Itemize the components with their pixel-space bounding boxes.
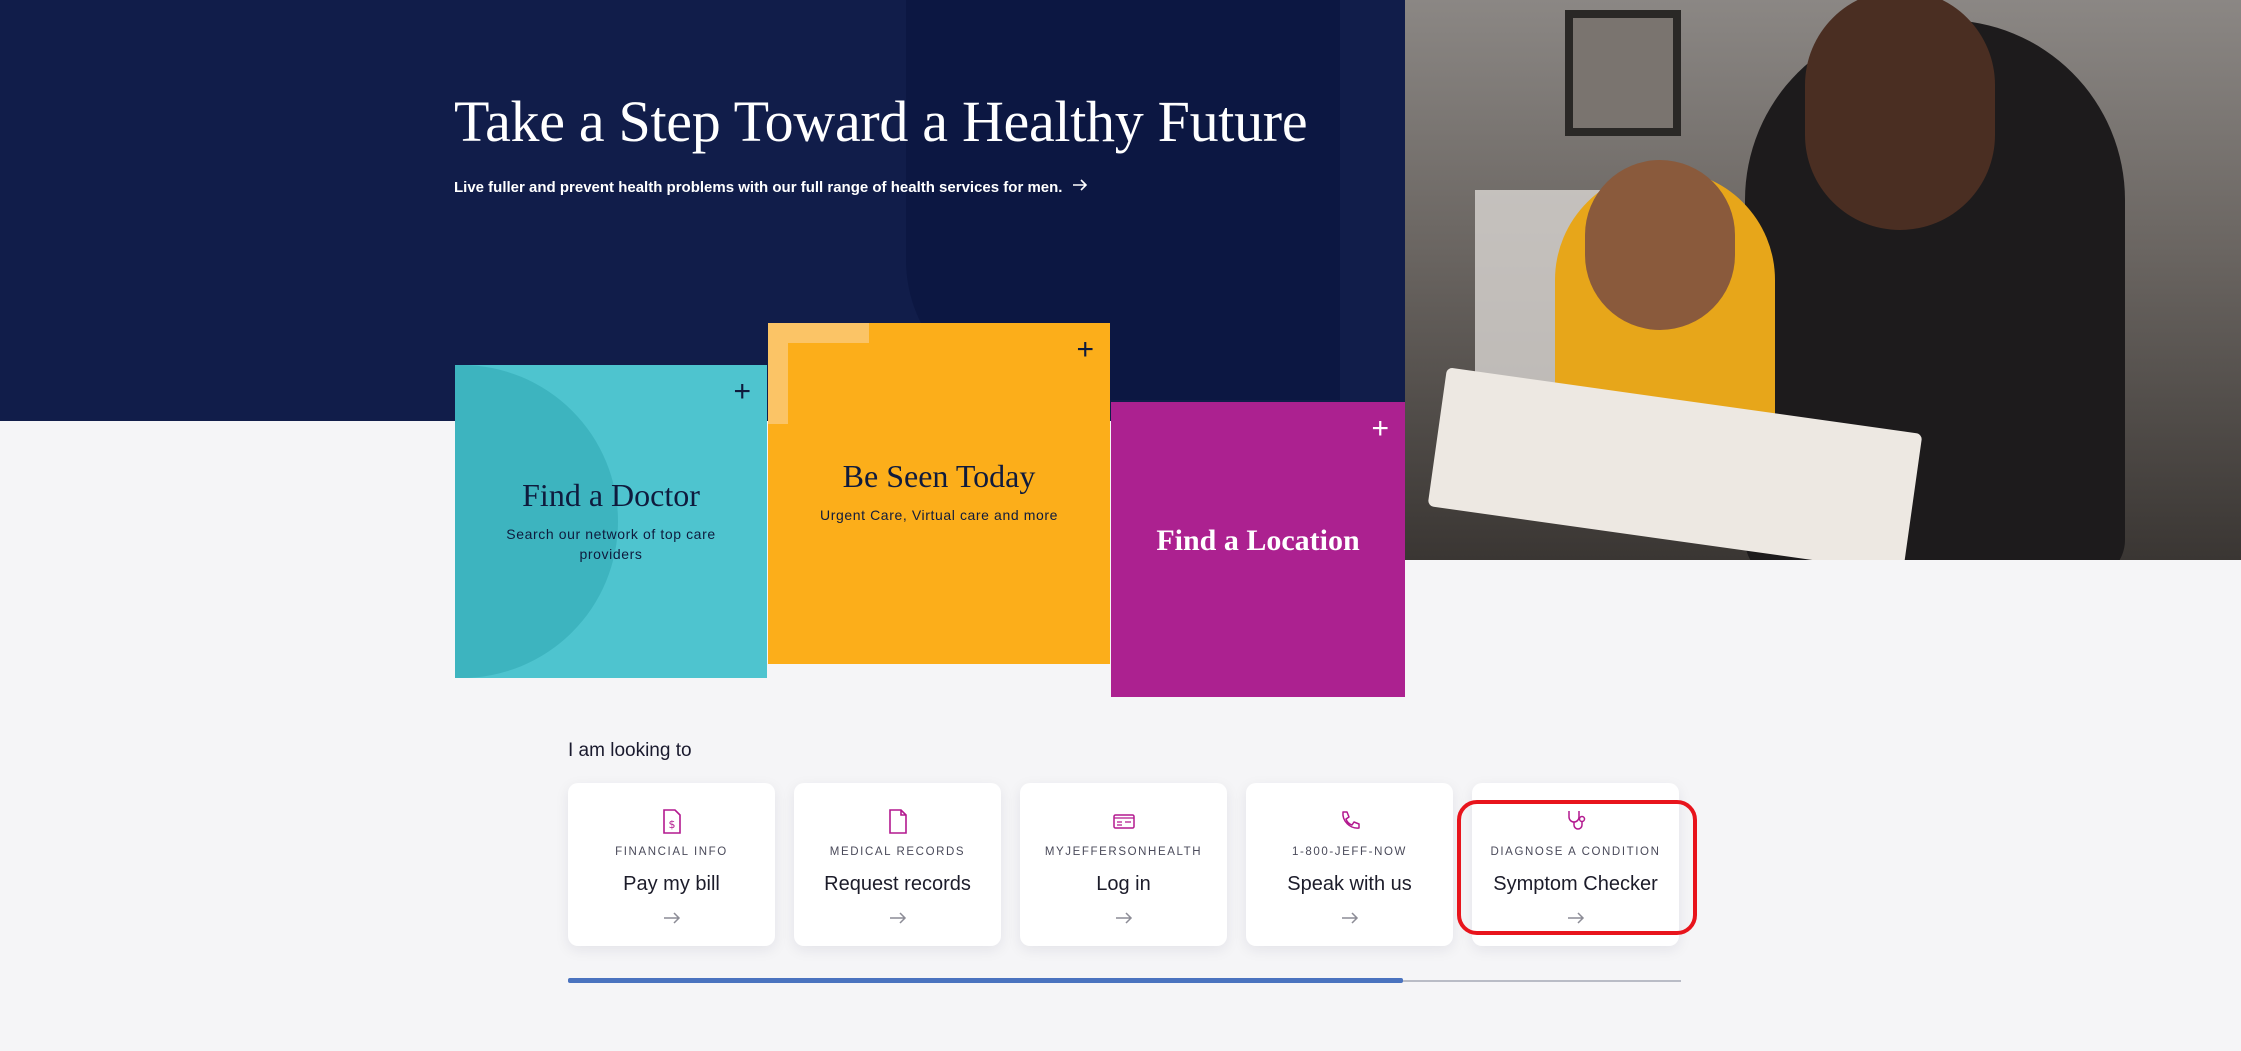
svg-text:$: $	[668, 818, 675, 831]
tile-eyebrow: MYJEFFERSONHEALTH	[1044, 846, 1203, 858]
be-seen-today-card[interactable]: + Be Seen Today Urgent Care, Virtual car…	[768, 323, 1110, 664]
plus-icon: +	[1371, 412, 1389, 445]
hero-title: Take a Step Toward a Healthy Future	[454, 89, 1308, 154]
find-a-location-card[interactable]: + Find a Location	[1111, 402, 1405, 697]
speak-with-us-tile[interactable]: 1-800-JEFF-NOW Speak with us	[1246, 783, 1453, 946]
card-title: Find a Location	[1156, 524, 1360, 557]
pay-my-bill-tile[interactable]: $ FINANCIAL INFO Pay my bill	[568, 783, 775, 946]
arrow-right-icon	[568, 911, 775, 925]
carousel-scrollbar-thumb[interactable]	[568, 978, 1403, 983]
looking-to-label: I am looking to	[568, 740, 692, 761]
plus-icon: +	[1076, 333, 1094, 366]
hero-photo	[1405, 0, 2241, 560]
card-title: Find a Doctor	[522, 477, 700, 513]
tile-label: Speak with us	[1287, 873, 1412, 895]
phone-icon	[1246, 809, 1453, 837]
hero-banner: Take a Step Toward a Healthy Future Live…	[0, 0, 1405, 421]
symptom-checker-tile[interactable]: DIAGNOSE A CONDITION Symptom Checker	[1472, 783, 1679, 946]
tile-eyebrow: MEDICAL RECORDS	[829, 846, 966, 858]
tile-label: Pay my bill	[623, 873, 720, 895]
tile-label: Symptom Checker	[1493, 873, 1658, 895]
tile-label: Log in	[1096, 873, 1151, 895]
stethoscope-icon	[1472, 809, 1679, 837]
arrow-right-icon	[794, 911, 1001, 925]
hero-subtitle-link[interactable]: Live fuller and prevent health problems …	[454, 178, 1088, 196]
card-description: Urgent Care, Virtual care and more	[819, 507, 1059, 523]
arrow-right-icon	[1072, 178, 1088, 196]
arrow-right-icon	[1246, 911, 1453, 925]
arrow-right-icon	[1020, 911, 1227, 925]
arrow-right-icon	[1472, 911, 1679, 925]
card-description: Search our network of top care providers	[506, 526, 716, 562]
bill-document-icon: $	[568, 809, 775, 837]
find-a-doctor-card[interactable]: + Find a Doctor Search our network of to…	[455, 365, 767, 678]
tile-eyebrow: DIAGNOSE A CONDITION	[1490, 846, 1661, 858]
hero-subtitle-text: Live fuller and prevent health problems …	[454, 178, 1063, 196]
tile-eyebrow: 1-800-JEFF-NOW	[1291, 846, 1408, 858]
plus-icon: +	[733, 375, 751, 408]
document-icon	[794, 809, 1001, 837]
id-card-icon	[1020, 809, 1227, 837]
request-records-tile[interactable]: MEDICAL RECORDS Request records	[794, 783, 1001, 946]
log-in-tile[interactable]: MYJEFFERSONHEALTH Log in	[1020, 783, 1227, 946]
tile-eyebrow: FINANCIAL INFO	[615, 846, 728, 858]
tile-label: Request records	[824, 873, 971, 895]
card-title: Be Seen Today	[842, 458, 1036, 494]
